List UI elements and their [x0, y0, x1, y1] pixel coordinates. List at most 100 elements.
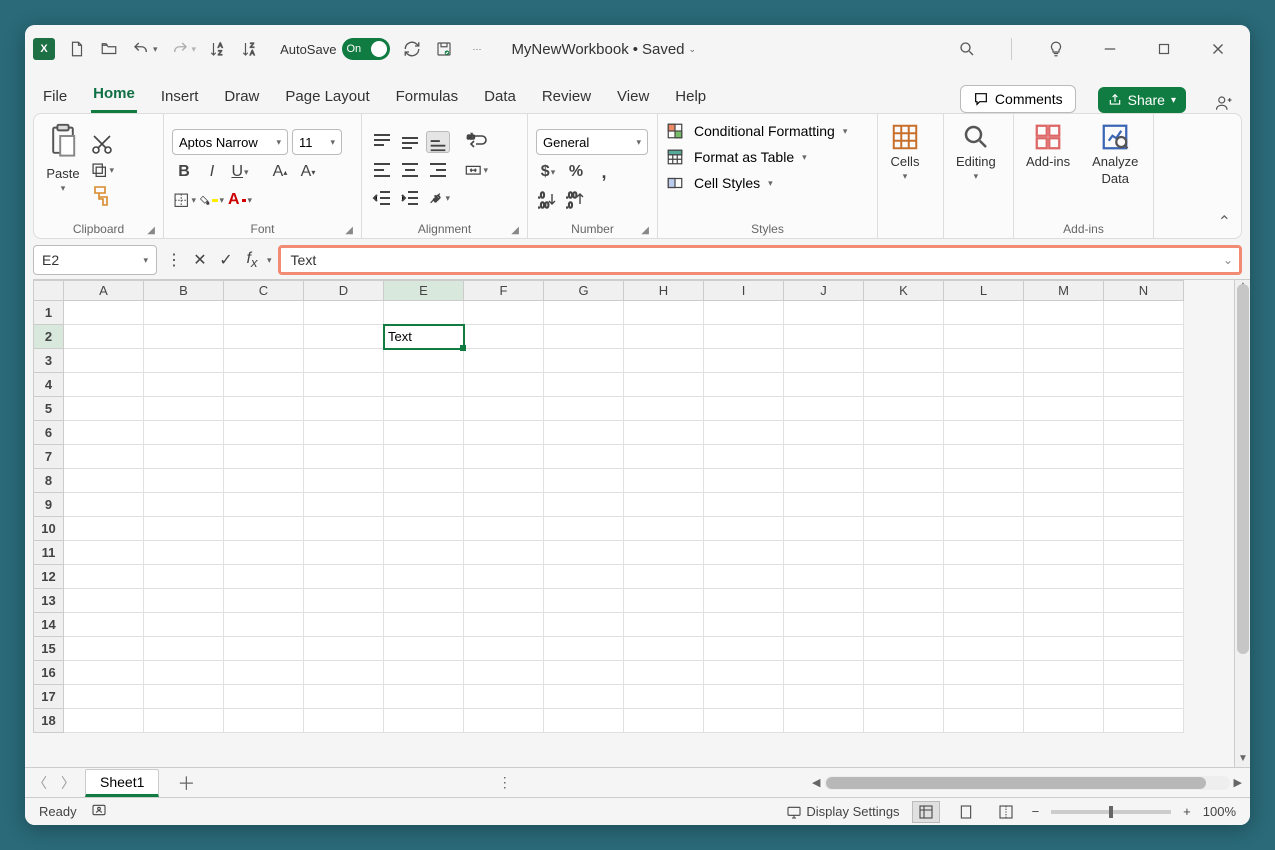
cell-H8[interactable] — [624, 469, 704, 493]
cell-C9[interactable] — [224, 493, 304, 517]
cell-G10[interactable] — [544, 517, 624, 541]
cell-I10[interactable] — [704, 517, 784, 541]
comments-button[interactable]: Comments — [960, 85, 1076, 113]
name-box[interactable]: E2▾ — [33, 245, 157, 275]
col-header-H[interactable]: H — [624, 281, 704, 301]
format-painter-icon[interactable] — [90, 185, 114, 207]
clipboard-launcher-icon[interactable]: ◢ — [147, 225, 155, 236]
cell-L10[interactable] — [944, 517, 1024, 541]
cut-icon[interactable] — [90, 133, 114, 155]
align-left-icon[interactable] — [370, 159, 394, 181]
cell-J9[interactable] — [784, 493, 864, 517]
cell-D16[interactable] — [304, 661, 384, 685]
cell-A4[interactable] — [64, 373, 144, 397]
cell-J5[interactable] — [784, 397, 864, 421]
cell-J8[interactable] — [784, 469, 864, 493]
cell-A6[interactable] — [64, 421, 144, 445]
align-bottom-icon[interactable] — [426, 131, 450, 153]
cell-H15[interactable] — [624, 637, 704, 661]
cell-C7[interactable] — [224, 445, 304, 469]
cell-J11[interactable] — [784, 541, 864, 565]
accounting-format-icon[interactable]: $▾ — [536, 161, 560, 183]
autosave-toggle[interactable]: On — [342, 38, 390, 60]
cell-G2[interactable] — [544, 325, 624, 349]
cell-C10[interactable] — [224, 517, 304, 541]
cell-K3[interactable] — [864, 349, 944, 373]
cell-H3[interactable] — [624, 349, 704, 373]
row-header-17[interactable]: 17 — [34, 685, 64, 709]
cell-F1[interactable] — [464, 301, 544, 325]
cell-B15[interactable] — [144, 637, 224, 661]
cell-H4[interactable] — [624, 373, 704, 397]
cell-M10[interactable] — [1024, 517, 1104, 541]
cell-H7[interactable] — [624, 445, 704, 469]
cell-N10[interactable] — [1104, 517, 1184, 541]
cell-A7[interactable] — [64, 445, 144, 469]
cell-D2[interactable] — [304, 325, 384, 349]
col-header-G[interactable]: G — [544, 281, 624, 301]
format-as-table-button[interactable]: Format as Table▾ — [666, 148, 869, 166]
row-header-10[interactable]: 10 — [34, 517, 64, 541]
col-header-C[interactable]: C — [224, 281, 304, 301]
page-layout-view-icon[interactable] — [952, 801, 980, 823]
minimize-icon[interactable] — [1096, 35, 1124, 63]
formula-input[interactable]: Text ⌄ — [278, 245, 1242, 275]
cell-J3[interactable] — [784, 349, 864, 373]
cell-J13[interactable] — [784, 589, 864, 613]
cell-N1[interactable] — [1104, 301, 1184, 325]
align-top-icon[interactable] — [370, 131, 394, 153]
qat-overflow-icon[interactable]: ⋯ — [472, 44, 481, 55]
cell-D9[interactable] — [304, 493, 384, 517]
cell-B10[interactable] — [144, 517, 224, 541]
cell-F10[interactable] — [464, 517, 544, 541]
cell-J12[interactable] — [784, 565, 864, 589]
cell-D17[interactable] — [304, 685, 384, 709]
decrease-indent-icon[interactable] — [370, 187, 394, 209]
decrease-decimal-icon[interactable]: .00.0 — [564, 189, 588, 211]
fx-dropdown-icon[interactable]: ▾ — [267, 255, 272, 266]
fill-color-icon[interactable]: ▾ — [200, 189, 224, 211]
cell-M1[interactable] — [1024, 301, 1104, 325]
sheet-prev-icon[interactable]: 〈 — [33, 773, 47, 793]
cell-D13[interactable] — [304, 589, 384, 613]
redo-dropdown-icon[interactable]: ▾ — [192, 44, 197, 55]
cell-L4[interactable] — [944, 373, 1024, 397]
cell-M17[interactable] — [1024, 685, 1104, 709]
cell-G7[interactable] — [544, 445, 624, 469]
cell-C15[interactable] — [224, 637, 304, 661]
shrink-font-icon[interactable]: A▾ — [296, 161, 320, 183]
undo-dropdown-icon[interactable]: ▾ — [153, 44, 158, 55]
cells-button[interactable]: Cells▾ — [886, 120, 924, 220]
col-header-N[interactable]: N — [1104, 281, 1184, 301]
cell-E13[interactable] — [384, 589, 464, 613]
cell-F2[interactable] — [464, 325, 544, 349]
cell-D1[interactable] — [304, 301, 384, 325]
maximize-icon[interactable] — [1150, 35, 1178, 63]
row-header-12[interactable]: 12 — [34, 565, 64, 589]
cell-D10[interactable] — [304, 517, 384, 541]
cell-E6[interactable] — [384, 421, 464, 445]
cell-E1[interactable] — [384, 301, 464, 325]
tab-page-layout[interactable]: Page Layout — [283, 82, 371, 113]
cell-B16[interactable] — [144, 661, 224, 685]
cell-L6[interactable] — [944, 421, 1024, 445]
sheet-next-icon[interactable]: 〉 — [61, 773, 75, 793]
cell-D18[interactable] — [304, 709, 384, 733]
row-header-18[interactable]: 18 — [34, 709, 64, 733]
scroll-left-icon[interactable]: ◀ — [812, 776, 820, 789]
cell-B11[interactable] — [144, 541, 224, 565]
cell-J17[interactable] — [784, 685, 864, 709]
cell-C11[interactable] — [224, 541, 304, 565]
cell-C8[interactable] — [224, 469, 304, 493]
cell-N4[interactable] — [1104, 373, 1184, 397]
lightbulb-icon[interactable] — [1042, 35, 1070, 63]
conditional-formatting-button[interactable]: Conditional Formatting▾ — [666, 122, 869, 140]
row-header-13[interactable]: 13 — [34, 589, 64, 613]
cell-G3[interactable] — [544, 349, 624, 373]
cell-G13[interactable] — [544, 589, 624, 613]
cell-G6[interactable] — [544, 421, 624, 445]
cell-J1[interactable] — [784, 301, 864, 325]
cell-J14[interactable] — [784, 613, 864, 637]
cell-B1[interactable] — [144, 301, 224, 325]
cell-J7[interactable] — [784, 445, 864, 469]
